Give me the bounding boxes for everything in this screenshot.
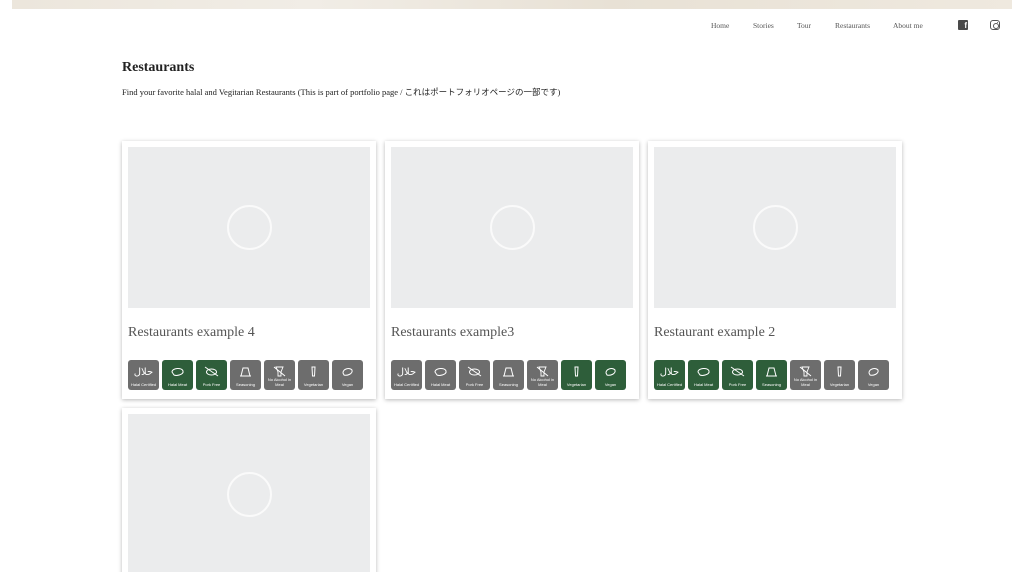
badge-label: Pork Free [202, 381, 221, 387]
main-nav: Home Stories Tour Restaurants About me [0, 21, 1024, 33]
svg-text:حلال: حلال [660, 367, 679, 377]
restaurant-image-placeholder [128, 414, 370, 572]
badge-seasoning[interactable]: Seasoning [756, 360, 787, 390]
restaurant-image-placeholder [128, 147, 370, 308]
badge-label: Seasoning [499, 381, 518, 387]
badge-label: Seasoning [762, 381, 781, 387]
badge-halal-certified[interactable]: حلال Halal Certified [128, 360, 159, 390]
badge-halal-certified[interactable]: حلال Halal Certified [391, 360, 422, 390]
badge-pork-free[interactable]: Pork Free [459, 360, 490, 390]
no-alcohol-icon [790, 364, 821, 377]
badge-vegetarian[interactable]: Vegetarian [561, 360, 592, 390]
badge-label: Halal Meat [167, 381, 188, 387]
badge-pork-free[interactable]: Pork Free [196, 360, 227, 390]
badge-no-alcohol-in-meal[interactable]: No Alcohol in Meal [527, 360, 558, 390]
badge-halal-certified[interactable]: حلال Halal Certified [654, 360, 685, 390]
svg-text:حلال: حلال [397, 367, 416, 377]
nav-about-me[interactable]: About me [893, 21, 923, 30]
restaurant-title[interactable]: Restaurants example3 [391, 325, 514, 341]
badge-halal-meat[interactable]: Halal Meat [688, 360, 719, 390]
badge-no-alcohol-in-meal[interactable]: No Alcohol in Meal [264, 360, 295, 390]
vegan-icon [332, 364, 363, 376]
no-alcohol-icon [264, 364, 295, 377]
badge-label: Vegan [604, 381, 617, 387]
vegan-icon [858, 364, 889, 376]
badge-label: Halal Meat [693, 381, 714, 387]
nav-home[interactable]: Home [711, 21, 729, 30]
restaurant-image-placeholder [654, 147, 896, 308]
loading-spinner-icon [753, 205, 798, 250]
badge-label: Vegetarian [303, 381, 324, 387]
restaurant-card[interactable]: Restaurant example 2 حلال Halal Certified… [648, 141, 902, 399]
meat-icon [162, 364, 193, 376]
loading-spinner-icon [490, 205, 535, 250]
restaurant-card[interactable]: Restaurants example 4 حلال Halal Certifie… [122, 141, 376, 399]
badge-label: Vegetarian [829, 381, 850, 387]
instagram-icon[interactable] [990, 20, 1000, 30]
badge-label: Vegan [341, 381, 354, 387]
no-alcohol-icon [527, 364, 558, 377]
badge-label: Vegetarian [566, 381, 587, 387]
seasoning-icon [230, 364, 261, 377]
page-description: Find your favorite halal and Vegitarian … [122, 87, 561, 97]
no-pork-icon [196, 364, 227, 377]
vegan-icon [595, 364, 626, 376]
vegetarian-icon [824, 364, 855, 377]
badge-label: Pork Free [728, 381, 747, 387]
meat-icon [688, 364, 719, 376]
nav-tour[interactable]: Tour [797, 21, 811, 30]
vegetarian-icon [561, 364, 592, 377]
halal-arabic-icon: حلال [391, 364, 422, 378]
restaurant-card[interactable] [122, 408, 376, 572]
badge-no-alcohol-in-meal[interactable]: No Alcohol in Meal [790, 360, 821, 390]
badge-label: Halal Certified [393, 381, 420, 387]
badge-label: No Alcohol in Meal [267, 377, 292, 387]
badge-pork-free[interactable]: Pork Free [722, 360, 753, 390]
restaurant-card[interactable]: Restaurants example3 حلال Halal Certified… [385, 141, 639, 399]
badge-seasoning[interactable]: Seasoning [493, 360, 524, 390]
badge-label: No Alcohol in Meal [530, 377, 555, 387]
badge-seasoning[interactable]: Seasoning [230, 360, 261, 390]
no-pork-icon [722, 364, 753, 377]
halal-arabic-icon: حلال [654, 364, 685, 378]
meat-icon [425, 364, 456, 376]
badge-label: Halal Certified [130, 381, 157, 387]
badge-vegetarian[interactable]: Vegetarian [824, 360, 855, 390]
badge-halal-meat[interactable]: Halal Meat [162, 360, 193, 390]
restaurant-title[interactable]: Restaurant example 2 [654, 325, 775, 341]
restaurant-image-placeholder [391, 147, 633, 308]
badge-label: Seasoning [236, 381, 255, 387]
badge-vegan[interactable]: Vegan [595, 360, 626, 390]
seasoning-icon [756, 364, 787, 377]
no-pork-icon [459, 364, 490, 377]
halal-arabic-icon: حلال [128, 364, 159, 378]
badge-vegan[interactable]: Vegan [332, 360, 363, 390]
svg-text:حلال: حلال [134, 367, 153, 377]
badge-label: Vegan [867, 381, 880, 387]
loading-spinner-icon [227, 205, 272, 250]
nav-stories[interactable]: Stories [753, 21, 774, 30]
badge-label: Halal Certified [656, 381, 683, 387]
badge-vegetarian[interactable]: Vegetarian [298, 360, 329, 390]
facebook-icon[interactable]: f [958, 20, 968, 30]
badge-label: Pork Free [465, 381, 484, 387]
nav-restaurants[interactable]: Restaurants [835, 21, 870, 30]
loading-spinner-icon [227, 472, 272, 517]
seasoning-icon [493, 364, 524, 377]
badge-label: No Alcohol in Meal [793, 377, 818, 387]
header-banner-image [12, 0, 1012, 9]
restaurant-title[interactable]: Restaurants example 4 [128, 325, 255, 341]
badge-label: Halal Meat [430, 381, 451, 387]
page-title: Restaurants [122, 60, 195, 75]
vegetarian-icon [298, 364, 329, 377]
badge-halal-meat[interactable]: Halal Meat [425, 360, 456, 390]
badge-vegan[interactable]: Vegan [858, 360, 889, 390]
